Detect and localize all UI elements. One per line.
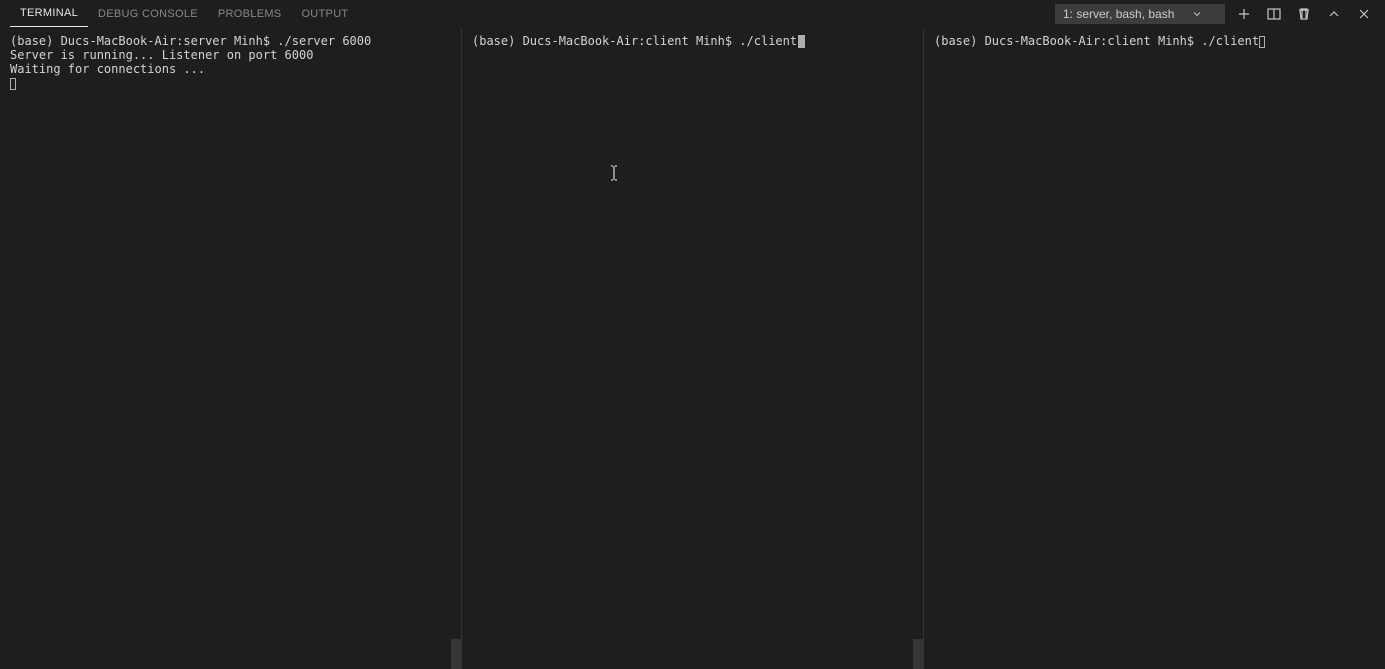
- split-terminal-button[interactable]: [1263, 3, 1285, 25]
- terminal-line: (base) Ducs-MacBook-Air:client Minh$ ./c…: [934, 34, 1259, 48]
- new-terminal-button[interactable]: [1233, 3, 1255, 25]
- terminal-container: (base) Ducs-MacBook-Air:server Minh$ ./s…: [0, 28, 1385, 669]
- terminal-line: (base) Ducs-MacBook-Air:client Minh$ ./c…: [472, 34, 797, 48]
- terminal-output: (base) Ducs-MacBook-Air:client Minh$ ./c…: [934, 34, 1375, 48]
- panel-tabs: TERMINAL DEBUG CONSOLE PROBLEMS OUTPUT: [10, 0, 358, 27]
- terminal-selector[interactable]: 1: server, bash, bash: [1055, 4, 1225, 24]
- tab-problems[interactable]: PROBLEMS: [208, 0, 292, 27]
- close-icon: [1356, 6, 1372, 22]
- tab-output[interactable]: OUTPUT: [291, 0, 358, 27]
- chevron-up-icon: [1326, 6, 1342, 22]
- split-icon: [1266, 6, 1282, 22]
- terminal-cursor: [1259, 36, 1265, 48]
- terminal-pane-2[interactable]: (base) Ducs-MacBook-Air:client Minh$ ./c…: [461, 28, 923, 669]
- terminal-pane-1[interactable]: (base) Ducs-MacBook-Air:server Minh$ ./s…: [0, 28, 461, 669]
- tab-terminal[interactable]: TERMINAL: [10, 0, 88, 27]
- terminal-output: (base) Ducs-MacBook-Air:server Minh$ ./s…: [10, 34, 451, 90]
- panel-controls: 1: server, bash, bash: [1055, 3, 1375, 25]
- scrollbar[interactable]: [451, 639, 461, 669]
- trash-icon: [1296, 6, 1312, 22]
- terminal-output: (base) Ducs-MacBook-Air:client Minh$ ./c…: [472, 34, 913, 48]
- plus-icon: [1236, 6, 1252, 22]
- terminal-cursor: [10, 78, 16, 90]
- terminal-line: Server is running... Listener on port 60…: [10, 48, 313, 62]
- terminal-line: Waiting for connections ...: [10, 62, 205, 76]
- scrollbar[interactable]: [913, 639, 923, 669]
- chevron-down-icon: [1191, 8, 1203, 20]
- panel-header: TERMINAL DEBUG CONSOLE PROBLEMS OUTPUT 1…: [0, 0, 1385, 28]
- terminal-selector-label: 1: server, bash, bash: [1063, 7, 1174, 21]
- terminal-cursor: [798, 35, 805, 48]
- tab-debug-console[interactable]: DEBUG CONSOLE: [88, 0, 208, 27]
- terminal-line: (base) Ducs-MacBook-Air:server Minh$ ./s…: [10, 34, 371, 48]
- close-panel-button[interactable]: [1353, 3, 1375, 25]
- terminal-pane-3[interactable]: (base) Ducs-MacBook-Air:client Minh$ ./c…: [923, 28, 1385, 669]
- kill-terminal-button[interactable]: [1293, 3, 1315, 25]
- maximize-panel-button[interactable]: [1323, 3, 1345, 25]
